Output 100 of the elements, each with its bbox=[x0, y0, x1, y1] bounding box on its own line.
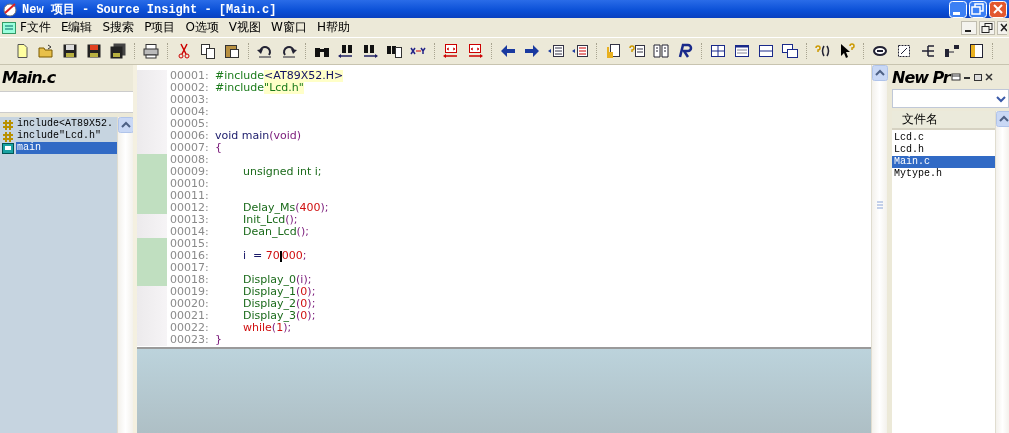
undo-arrow-icon[interactable] bbox=[257, 43, 273, 59]
right-arrow-icon[interactable] bbox=[524, 43, 540, 59]
code-line: Display_3(0); bbox=[242, 310, 316, 322]
menu-item[interactable]: O选项 bbox=[181, 18, 225, 37]
menu-item[interactable]: E编辑 bbox=[56, 18, 99, 37]
help-function-icon[interactable] bbox=[815, 43, 831, 59]
minimize-icon[interactable] bbox=[961, 20, 977, 35]
symbol-item[interactable]: include<AT89X52. bbox=[16, 118, 114, 130]
open-book-icon[interactable] bbox=[653, 43, 669, 59]
line-number: 00019: bbox=[169, 286, 210, 298]
line-number: 00020: bbox=[169, 298, 210, 310]
line-number: 00016: bbox=[169, 250, 210, 262]
line-number: 00012: bbox=[169, 202, 210, 214]
hash-icon bbox=[2, 118, 14, 130]
file-item[interactable]: Lcd.h bbox=[892, 144, 995, 156]
pin-icon[interactable] bbox=[950, 72, 961, 82]
document-icon bbox=[2, 21, 16, 34]
window-grid-icon[interactable] bbox=[710, 43, 726, 59]
menu-item[interactable]: W窗口 bbox=[267, 18, 313, 37]
line-number: 00008: bbox=[169, 154, 210, 166]
code-editor[interactable] bbox=[137, 65, 871, 349]
cascade-windows-icon[interactable] bbox=[782, 43, 798, 59]
code-line: Display_0(i); bbox=[242, 274, 312, 286]
scissors-icon[interactable] bbox=[176, 43, 192, 59]
help-pointer-icon[interactable] bbox=[839, 43, 855, 59]
code-line: Init_Lcd(); bbox=[242, 214, 298, 226]
new-file-icon[interactable] bbox=[14, 43, 30, 59]
symbol-item[interactable]: include"Lcd.h" bbox=[16, 130, 102, 142]
line-number: 00001: bbox=[169, 70, 210, 82]
line-number: 00014: bbox=[169, 226, 210, 238]
hash-icon bbox=[2, 130, 14, 142]
r-logo-icon[interactable] bbox=[677, 43, 693, 59]
file-item[interactable]: Lcd.c bbox=[892, 132, 995, 144]
left-arrow-icon[interactable] bbox=[500, 43, 516, 59]
close-icon[interactable] bbox=[997, 20, 1007, 35]
menu-item[interactable]: H帮助 bbox=[312, 18, 356, 37]
redo-arrow-icon[interactable] bbox=[281, 43, 297, 59]
line-number: 00023: bbox=[169, 334, 210, 346]
code-line: i = 70 000; bbox=[242, 250, 307, 262]
line-number: 00017: bbox=[169, 262, 210, 274]
bookmark-arrow-icon[interactable] bbox=[443, 43, 459, 59]
line-number: 00021: bbox=[169, 310, 210, 322]
vertical-scrollbar[interactable] bbox=[117, 117, 133, 433]
panel-title: New Pr bbox=[892, 67, 950, 87]
pointing-hand-icon[interactable] bbox=[605, 43, 621, 59]
panel-title: Main.c bbox=[1, 67, 57, 89]
open-folder-icon[interactable] bbox=[38, 43, 54, 59]
symbol-filter-field[interactable] bbox=[0, 91, 133, 113]
code-line: Display_1(0); bbox=[242, 286, 316, 298]
menu-item[interactable]: P项目 bbox=[140, 18, 182, 37]
line-number: 00002: bbox=[169, 82, 210, 94]
line-number: 00004: bbox=[169, 106, 210, 118]
code-line: unsigned int i; bbox=[242, 166, 322, 178]
window-icon[interactable] bbox=[734, 43, 750, 59]
binoculars-icon[interactable] bbox=[362, 43, 378, 59]
restore-icon[interactable] bbox=[979, 20, 995, 35]
link-icon[interactable] bbox=[872, 43, 888, 59]
line-number: 00007: bbox=[169, 142, 210, 154]
code-line: void main(void) bbox=[215, 130, 302, 142]
list-icon[interactable] bbox=[572, 43, 588, 59]
code-line: #include"Lcd.h" bbox=[215, 82, 304, 94]
file-item[interactable]: Main.c bbox=[892, 156, 995, 168]
split-window-icon[interactable] bbox=[758, 43, 774, 59]
symbol-item[interactable]: main bbox=[16, 142, 117, 154]
line-number: 00018: bbox=[169, 274, 210, 286]
binoculars-icon[interactable] bbox=[338, 43, 354, 59]
vertical-scrollbar[interactable] bbox=[995, 111, 1009, 433]
panel-icon[interactable] bbox=[968, 43, 984, 59]
file-item[interactable]: Mytype.h bbox=[892, 168, 995, 180]
line-number: 00003: bbox=[169, 94, 210, 106]
tree-icon[interactable] bbox=[920, 43, 936, 59]
app-logo-icon bbox=[2, 1, 18, 17]
code-line: } bbox=[215, 334, 222, 346]
line-number: 00011: bbox=[169, 190, 210, 202]
maximize-icon[interactable] bbox=[972, 72, 983, 82]
line-number: 00022: bbox=[169, 322, 210, 334]
help-list-icon[interactable] bbox=[629, 43, 645, 59]
code-line: Dean_Lcd(); bbox=[242, 226, 309, 238]
scroll-up-icon[interactable] bbox=[872, 65, 888, 81]
selection-frame-icon[interactable] bbox=[896, 43, 912, 59]
column-header[interactable]: 文件名 bbox=[892, 111, 995, 130]
menu-item[interactable]: S搜索 bbox=[98, 18, 141, 37]
code-line: Delay_Ms(400); bbox=[242, 202, 329, 214]
function-icon bbox=[2, 142, 14, 154]
line-number: 00010: bbox=[169, 178, 210, 190]
menu-item[interactable]: V视图 bbox=[224, 18, 268, 37]
binoculars-icon[interactable] bbox=[386, 43, 402, 59]
menu-item[interactable]: F文件 bbox=[16, 18, 57, 37]
close-icon[interactable] bbox=[983, 72, 993, 82]
nodes-icon[interactable] bbox=[944, 43, 960, 59]
list-icon[interactable] bbox=[548, 43, 564, 59]
printer-icon[interactable] bbox=[143, 43, 159, 59]
scroll-up-icon[interactable] bbox=[118, 117, 134, 133]
scroll-up-icon[interactable] bbox=[996, 111, 1009, 127]
vertical-scrollbar[interactable] bbox=[871, 65, 887, 433]
floppy-disks-icon[interactable] bbox=[110, 43, 126, 59]
clipboard-icon[interactable] bbox=[224, 43, 240, 59]
copy-icon[interactable] bbox=[200, 43, 216, 59]
line-number: 00009: bbox=[169, 166, 210, 178]
bookmark-arrow-icon[interactable] bbox=[467, 43, 483, 59]
